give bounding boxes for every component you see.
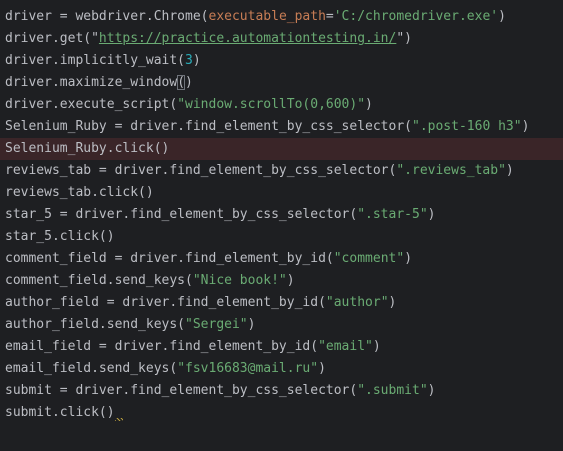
string-literal: ".post-160 h3" (412, 119, 522, 134)
code-line-14[interactable]: author_field = driver.find_element_by_id… (0, 292, 563, 314)
code-line-7-highlighted[interactable]: Selenium_Ruby.click() (0, 138, 563, 160)
code-text: driver.maximize_window (5, 75, 178, 90)
code-line-10[interactable]: star_5 = driver.find_element_by_css_sele… (0, 204, 563, 226)
code-text: reviews_tab = driver.find_element_by_css… (5, 163, 397, 178)
number-literal: 3 (185, 53, 193, 68)
code-text: submit = driver.find_element_by_css_sele… (5, 383, 358, 398)
code-text: ) (388, 295, 397, 310)
string-literal: "comment" (333, 251, 405, 266)
code-editor[interactable]: driver = webdriver.Chrome(executable_pat… (0, 0, 563, 451)
code-line-3[interactable]: driver.implicitly_wait(3) (0, 50, 563, 72)
code-text: driver = webdriver.Chrome( (5, 9, 209, 24)
code-area[interactable]: driver = webdriver.Chrome(executable_pat… (0, 6, 563, 424)
code-text: ) (404, 251, 413, 266)
code-text: Selenium_Ruby.click() (5, 141, 170, 156)
url-link[interactable]: https://practice.automationtesting.in/ (99, 31, 396, 46)
code-text: ) (498, 9, 506, 24)
code-line-16[interactable]: email_field = driver.find_element_by_id(… (0, 336, 563, 358)
code-text: ) (372, 339, 381, 354)
code-line-12[interactable]: comment_field = driver.find_element_by_i… (0, 248, 563, 270)
code-text: author_field = driver.find_element_by_id… (5, 295, 326, 310)
string-literal: ".reviews_tab" (396, 163, 506, 178)
code-text: star_5.click() (5, 229, 115, 244)
code-text: Selenium_Ruby = driver.find_element_by_c… (5, 119, 412, 134)
string-literal: ".submit" (357, 383, 428, 398)
code-text: ) (286, 273, 295, 288)
string-literal: "window.scrollTo(0,600)" (177, 97, 366, 112)
matched-bracket: ( (177, 75, 186, 90)
code-text: ) (192, 53, 201, 68)
code-text: ) (521, 119, 530, 134)
code-line-11[interactable]: star_5.click() (0, 226, 563, 248)
code-text: driver.execute_script( (5, 97, 178, 112)
code-text: email_field.send_keys( (5, 361, 178, 376)
code-text: comment_field.send_keys( (5, 273, 193, 288)
code-line-1[interactable]: driver = webdriver.Chrome(executable_pat… (0, 6, 563, 28)
string-literal: 'C:/chromedriver.exe' (333, 9, 499, 24)
code-text: author_field.send_keys( (5, 317, 186, 332)
code-text: ") (396, 31, 412, 46)
string-literal: "author" (325, 295, 389, 310)
code-text: reviews_tab.click() (5, 185, 154, 200)
code-text: comment_field = driver.find_element_by_i… (5, 251, 334, 266)
string-literal: ".star-5" (357, 207, 428, 222)
code-text: submit.click() (5, 405, 115, 420)
code-text: star_5 = driver.find_element_by_css_sele… (5, 207, 358, 222)
code-text: ) (505, 163, 514, 178)
string-literal: "Nice book!" (192, 273, 287, 288)
code-text: ) (247, 317, 256, 332)
code-text: ) (427, 383, 436, 398)
code-text: ) (427, 207, 436, 222)
code-text: ) (185, 75, 193, 90)
string-literal: "email" (318, 339, 373, 354)
code-line-9[interactable]: reviews_tab.click() (0, 182, 563, 204)
code-line-8[interactable]: reviews_tab = driver.find_element_by_css… (0, 160, 563, 182)
string-literal: "fsv16683@mail.ru" (177, 361, 319, 376)
code-text: ) (365, 97, 373, 112)
code-line-13[interactable]: comment_field.send_keys("Nice book!") (0, 270, 563, 292)
code-line-5[interactable]: driver.execute_script("window.scrollTo(0… (0, 94, 563, 116)
code-text: ) (318, 361, 326, 376)
keyword-argument: executable_path (208, 9, 326, 24)
code-line-4[interactable]: driver.maximize_window() (0, 72, 563, 94)
code-line-19[interactable]: submit.click() (0, 402, 563, 424)
code-line-6[interactable]: Selenium_Ruby = driver.find_element_by_c… (0, 116, 563, 138)
code-line-17[interactable]: email_field.send_keys("fsv16683@mail.ru"… (0, 358, 563, 380)
code-text: driver.implicitly_wait( (5, 53, 186, 68)
code-text: email_field = driver.find_element_by_id( (5, 339, 319, 354)
code-line-2[interactable]: driver.get("https://practice.automationt… (0, 28, 563, 50)
code-line-15[interactable]: author_field.send_keys("Sergei") (0, 314, 563, 336)
code-text: = (325, 9, 334, 24)
warning-squiggle (114, 402, 123, 424)
code-line-18[interactable]: submit = driver.find_element_by_css_sele… (0, 380, 563, 402)
code-text: driver.get(" (5, 31, 99, 46)
string-literal: "Sergei" (185, 317, 248, 332)
